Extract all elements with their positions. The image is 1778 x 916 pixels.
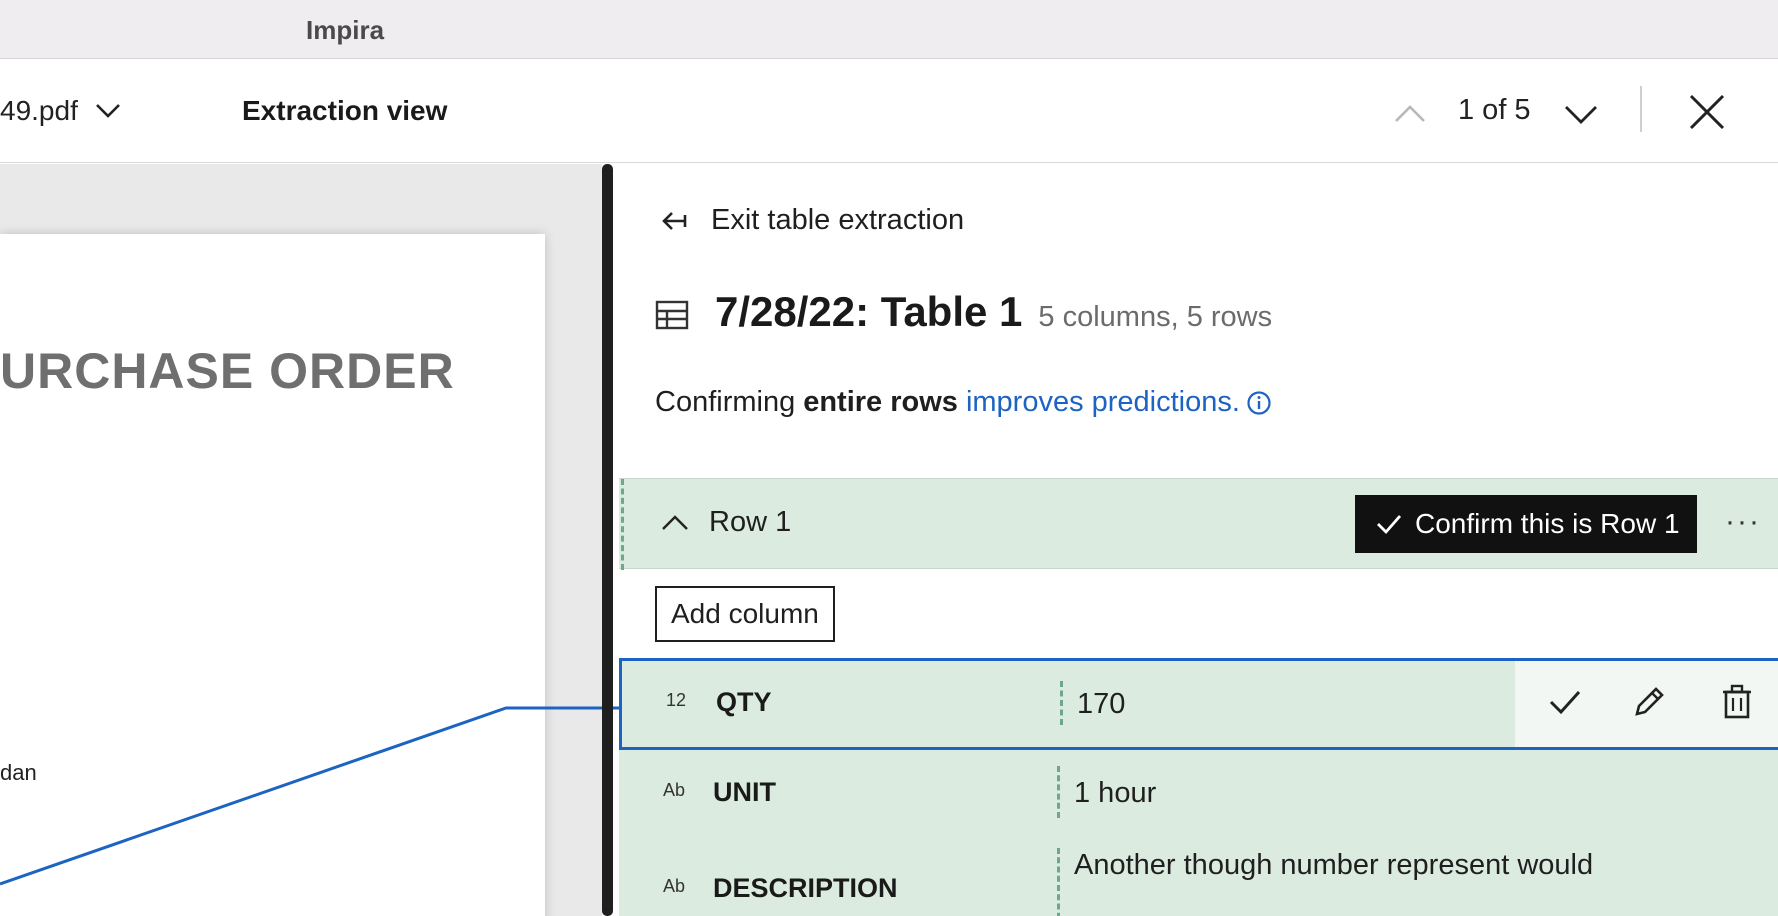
field-actions	[1515, 661, 1778, 747]
table-title: 7/28/22: Table 1 5 columns, 5 rows	[655, 288, 1272, 336]
field-name: UNIT	[713, 777, 776, 807]
exit-table-extraction-button[interactable]: Exit table extraction	[659, 204, 964, 237]
add-column-button[interactable]: Add column	[655, 586, 835, 642]
close-icon[interactable]	[1686, 91, 1728, 133]
document-heading: URCHASE ORDER	[0, 343, 455, 399]
field-value[interactable]: 170	[1077, 685, 1125, 723]
trash-icon[interactable]	[1717, 682, 1757, 722]
field-value[interactable]: Another though number represent would	[1074, 846, 1593, 884]
title-bar: Impira	[0, 0, 1778, 59]
exit-label: Exit table extraction	[711, 204, 965, 236]
document-page: URCHASE ORDER dan	[0, 234, 545, 916]
field-dash-marker	[1060, 681, 1063, 725]
chevron-down-icon[interactable]	[92, 95, 124, 127]
pencil-icon[interactable]	[1629, 682, 1669, 722]
text-type-icon: Ab	[663, 876, 686, 896]
row-header: Row 1 Confirm this is Row 1 ···	[619, 478, 1778, 570]
document-preview[interactable]: URCHASE ORDER dan	[0, 164, 602, 916]
hint-prefix: Confirming	[655, 386, 796, 418]
arrow-left-icon	[662, 211, 687, 230]
toolbar-divider	[1640, 86, 1642, 132]
number-type-icon: 12	[666, 690, 687, 710]
text-type-icon: Ab	[663, 780, 686, 800]
chevron-up-icon[interactable]	[1392, 95, 1428, 131]
document-text-fragment: dan	[0, 760, 37, 785]
prediction-hint: Confirming entire rows improves predicti…	[655, 386, 1272, 419]
field-row-unit[interactable]: Ab UNIT 1 hour	[619, 750, 1778, 836]
hint-link[interactable]: improves predictions.	[966, 386, 1240, 419]
chevron-down-icon[interactable]	[1562, 95, 1600, 133]
field-row-qty[interactable]: 12 QTY 170	[619, 658, 1778, 750]
window-title: Impira	[306, 15, 385, 45]
table-name: 7/28/22: Table 1	[715, 288, 1023, 335]
toolbar: 49.pdf Extraction view 1 of 5	[0, 59, 1778, 163]
field-value[interactable]: 1 hour	[1074, 774, 1156, 812]
row-label: Row 1	[709, 506, 792, 538]
confirm-row-label: Confirm this is Row 1	[1415, 508, 1680, 539]
table-meta: 5 columns, 5 rows	[1038, 301, 1273, 333]
field-dash-marker	[1057, 848, 1060, 916]
extraction-panel: Exit table extraction 7/28/22: Table 1 5…	[619, 164, 1778, 916]
field-name: QTY	[716, 687, 772, 717]
view-title: Extraction view	[242, 95, 448, 126]
field-name: DESCRIPTION	[713, 873, 898, 903]
page-indicator: 1 of 5	[1458, 94, 1531, 126]
field-dash-marker	[1057, 766, 1060, 818]
chevron-up-icon[interactable]	[659, 507, 691, 539]
row-dash-marker	[621, 479, 624, 570]
check-icon	[1377, 515, 1402, 535]
check-icon[interactable]	[1545, 682, 1585, 722]
table-icon	[655, 300, 689, 330]
confirm-row-button[interactable]: Confirm this is Row 1	[1355, 495, 1697, 553]
hint-bold: entire rows	[803, 386, 958, 418]
more-options-icon[interactable]: ···	[1725, 505, 1761, 539]
file-name[interactable]: 49.pdf	[0, 95, 78, 127]
field-row-description[interactable]: Ab DESCRIPTION Another though number rep…	[619, 836, 1778, 916]
info-icon[interactable]	[1246, 390, 1272, 416]
panel-resize-handle[interactable]	[602, 164, 613, 916]
